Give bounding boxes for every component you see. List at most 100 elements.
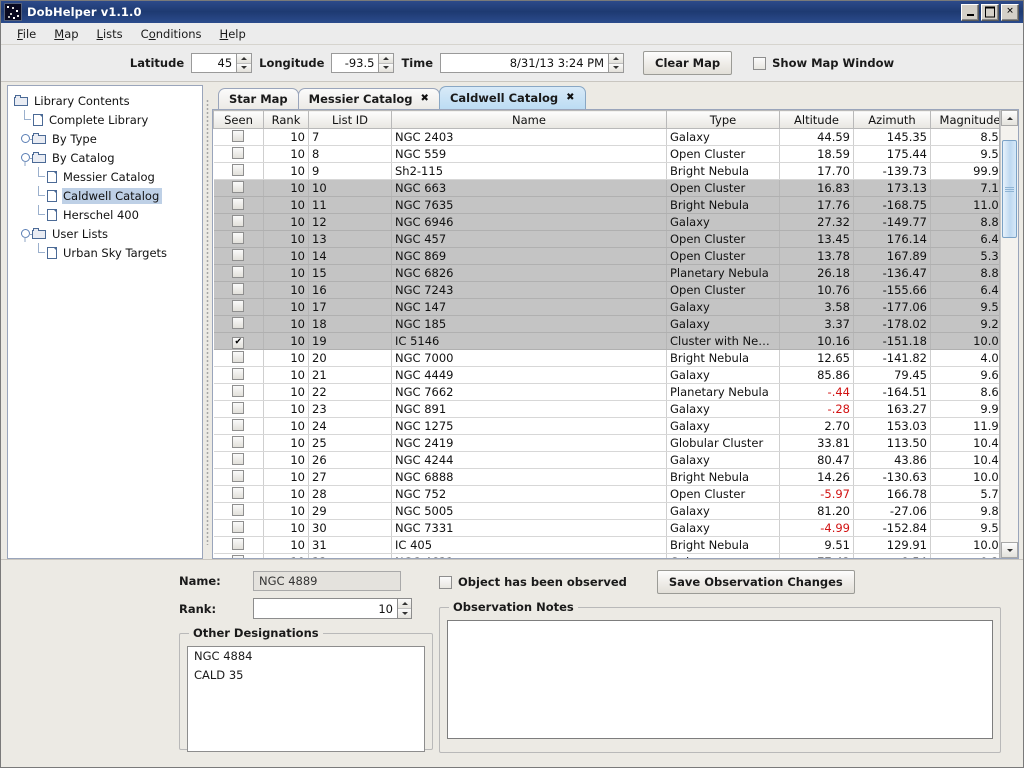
split-divider[interactable]: [203, 85, 212, 559]
column-header-altitude[interactable]: Altitude: [779, 110, 854, 129]
seen-checkbox[interactable]: [232, 503, 245, 516]
column-header-rank[interactable]: Rank: [263, 110, 309, 129]
table-row[interactable]: 1029NGC 5005Galaxy81.20-27.069.80: [213, 502, 999, 520]
table-row[interactable]: 1016NGC 7243Open Cluster10.76-155.666.40: [213, 281, 999, 299]
table-row[interactable]: 1013NGC 457Open Cluster13.45176.146.40: [213, 230, 999, 248]
table-row[interactable]: 10 11 NGC 7635 Bright Nebula 17.76 -168.75 11.…: [213, 196, 999, 214]
rank-up-button[interactable]: [398, 599, 411, 609]
table-row[interactable]: 1026NGC 4244Galaxy80.4743.8610.40: [213, 451, 999, 469]
time-spinner-arrows[interactable]: [608, 53, 625, 73]
tree-item-by-catalog[interactable]: By Catalog: [14, 148, 202, 167]
longitude-input[interactable]: -93.5: [331, 53, 379, 73]
menu-file[interactable]: File: [8, 25, 45, 43]
table-header-row[interactable]: Seen Rank List ID Name Type Altitude Azimuth Ma…: [213, 110, 999, 129]
scroll-thumb[interactable]: [1002, 140, 1017, 238]
tree-item-user-lists[interactable]: User Lists: [14, 224, 202, 243]
show-map-window-checkbox[interactable]: [753, 56, 767, 70]
seen-checkbox[interactable]: [232, 435, 245, 448]
menu-conditions[interactable]: Conditions: [132, 25, 211, 43]
time-spinner[interactable]: 8/31/13 3:24 PM: [440, 53, 625, 73]
cell-seen[interactable]: ✔: [213, 332, 264, 350]
minimize-button[interactable]: [961, 3, 979, 21]
column-header-list-id[interactable]: List ID: [308, 110, 392, 129]
cell-seen[interactable]: [213, 502, 264, 520]
tab-close-icon[interactable]: ✖: [421, 94, 429, 104]
table-row[interactable]: 1021NGC 4449Galaxy85.8679.459.60: [213, 366, 999, 384]
cell-seen[interactable]: [213, 451, 264, 469]
table-row[interactable]: 1032NGC 4631Galaxy77.428.549.20: [213, 553, 999, 558]
column-header-magnitude[interactable]: Magnitude: [930, 110, 999, 129]
seen-checkbox[interactable]: [232, 486, 245, 499]
table-row[interactable]: 108NGC 559Open Cluster18.59175.449.50: [213, 145, 999, 163]
cell-seen[interactable]: [213, 247, 264, 265]
column-header-seen[interactable]: Seen: [213, 110, 264, 129]
seen-checkbox[interactable]: [232, 384, 245, 397]
table-row[interactable]: 10 25 NGC 2419 Globular Cluster 33.81 113.50 1…: [213, 434, 999, 452]
cell-seen[interactable]: [213, 145, 264, 163]
observed-row[interactable]: Object has been observed: [439, 575, 627, 589]
rank-input[interactable]: 10: [253, 598, 397, 619]
observed-checkbox[interactable]: [439, 575, 452, 589]
cell-seen[interactable]: [213, 264, 264, 282]
rank-spinner[interactable]: 10: [253, 598, 412, 619]
latitude-spinner[interactable]: 45: [191, 53, 253, 73]
seen-checkbox[interactable]: [232, 300, 245, 312]
column-header-type[interactable]: Type: [666, 110, 780, 129]
table-body[interactable]: 107NGC 2403Galaxy44.59145.358.50108NGC 5…: [213, 128, 999, 558]
tab-caldwell-catalog[interactable]: Caldwell Catalog ✖: [438, 86, 586, 109]
close-button[interactable]: ✕: [1001, 3, 1019, 21]
seen-checkbox[interactable]: [232, 350, 245, 363]
library-tree[interactable]: Library Contents Complete Library By Type B…: [14, 91, 202, 262]
table-row[interactable]: 1030NGC 7331Galaxy-4.99-152.849.50: [213, 519, 999, 537]
seen-checkbox[interactable]: [232, 283, 245, 295]
observation-notes-textarea[interactable]: [447, 620, 993, 739]
table-row[interactable]: 1017NGC 147Galaxy3.58-177.069.50: [213, 298, 999, 316]
table-row[interactable]: 1012NGC 6946Galaxy27.32-149.778.80: [213, 213, 999, 231]
seen-checkbox[interactable]: [232, 130, 245, 142]
scroll-track[interactable]: [1001, 126, 1018, 542]
tree-expand-toggle-icon[interactable]: [18, 134, 34, 143]
tree-item-by-type[interactable]: By Type: [14, 129, 202, 148]
cell-seen[interactable]: [213, 162, 264, 180]
seen-checkbox[interactable]: [232, 520, 245, 533]
cell-seen[interactable]: [213, 349, 264, 367]
cell-seen[interactable]: [213, 230, 264, 248]
seen-checkbox[interactable]: [232, 537, 245, 550]
table-row[interactable]: 1018NGC 185Galaxy3.37-178.029.20: [213, 315, 999, 333]
column-header-name[interactable]: Name: [391, 110, 667, 129]
seen-checkbox[interactable]: [232, 181, 245, 193]
seen-checkbox[interactable]: ✔: [232, 336, 245, 349]
latitude-down-button[interactable]: [237, 63, 252, 72]
seen-checkbox[interactable]: [232, 232, 245, 244]
cell-seen[interactable]: [213, 366, 264, 384]
tab-star-map[interactable]: Star Map: [218, 88, 299, 109]
longitude-up-button[interactable]: [379, 54, 394, 64]
cell-seen[interactable]: [213, 213, 264, 231]
cell-seen[interactable]: [213, 281, 264, 299]
menu-lists[interactable]: Lists: [88, 25, 132, 43]
seen-checkbox[interactable]: [232, 367, 245, 380]
table-row[interactable]: 1031IC 405Bright Nebula9.51129.9110.00: [213, 536, 999, 554]
scroll-up-button[interactable]: [1001, 110, 1018, 126]
designation-item[interactable]: CALD 35: [188, 666, 424, 685]
table-row[interactable]: 1010NGC 663Open Cluster16.83173.137.10: [213, 179, 999, 197]
table-row[interactable]: 107NGC 2403Galaxy44.59145.358.50: [213, 128, 999, 146]
cell-seen[interactable]: [213, 298, 264, 316]
seen-checkbox[interactable]: [232, 418, 245, 431]
seen-checkbox[interactable]: [232, 198, 245, 210]
seen-checkbox[interactable]: [232, 266, 245, 278]
tab-close-icon[interactable]: ✖: [566, 93, 574, 103]
save-observation-changes-button[interactable]: Save Observation Changes: [656, 570, 855, 594]
tree-item-caldwell-catalog[interactable]: Caldwell Catalog: [14, 186, 202, 205]
catalog-table[interactable]: Seen Rank List ID Name Type Altitude Azimuth Ma…: [213, 110, 999, 558]
longitude-spinner[interactable]: -93.5: [331, 53, 395, 73]
cell-seen[interactable]: [213, 315, 264, 333]
cell-seen[interactable]: [213, 519, 264, 537]
table-row[interactable]: ✔ 10 19 IC 5146 Cluster with Nebu... 10.16 -15…: [213, 332, 999, 350]
cell-seen[interactable]: [213, 553, 264, 558]
table-vertical-scrollbar[interactable]: [1000, 110, 1018, 558]
tree-item-complete-library[interactable]: Complete Library: [14, 110, 202, 129]
other-designations-list[interactable]: NGC 4884 CALD 35: [187, 646, 425, 752]
table-row[interactable]: 109Sh2-115Bright Nebula17.70-139.7399.90: [213, 162, 999, 180]
table-row[interactable]: 1028NGC 752Open Cluster-5.97166.785.70: [213, 485, 999, 503]
